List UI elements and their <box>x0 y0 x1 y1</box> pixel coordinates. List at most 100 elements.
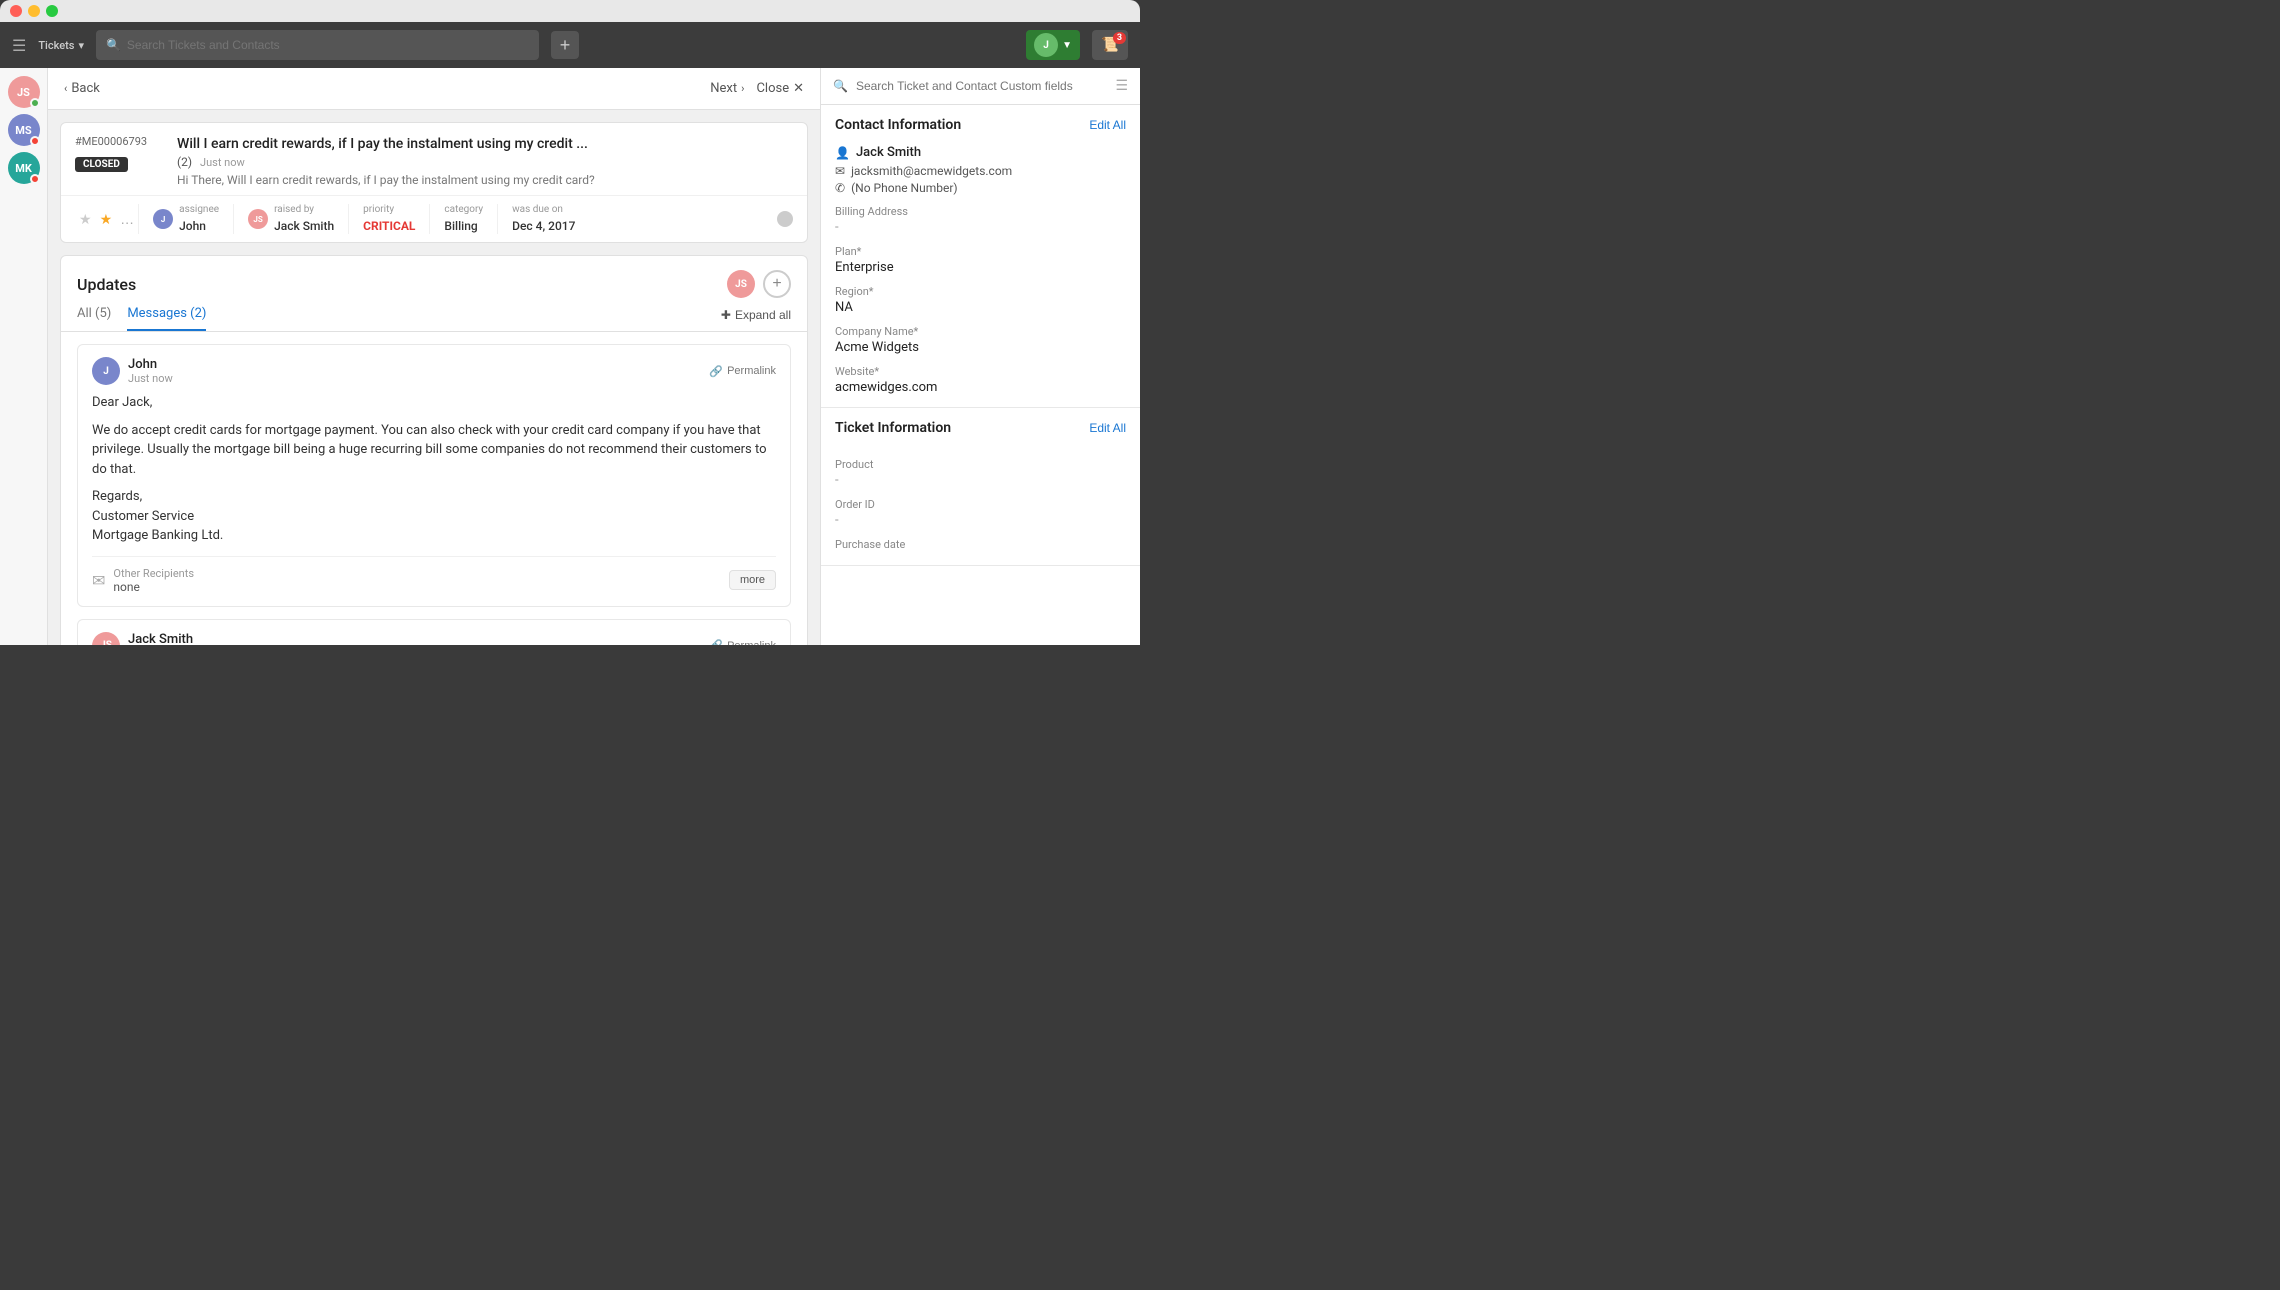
nav-chevron-icon: ▾ <box>78 39 84 52</box>
action-avatar: JS <box>727 270 755 298</box>
sidebar-avatar-mk[interactable]: MK <box>8 152 40 184</box>
close-button[interactable]: Close ✕ <box>756 81 804 96</box>
menu-icon[interactable]: ☰ <box>12 36 26 55</box>
recipients-icon-1: ✉ <box>92 571 105 590</box>
sidebar-badge-mk <box>30 174 40 184</box>
agent-avatar-button[interactable]: J ▼ <box>1026 30 1080 60</box>
add-button[interactable]: + <box>551 31 579 59</box>
list-view-icon[interactable]: ☰ <box>1115 78 1128 94</box>
priority-meta: priority CRITICAL <box>348 204 429 234</box>
link-icon-1: 🔗 <box>709 365 723 378</box>
minimize-dot[interactable] <box>28 5 40 17</box>
right-search-icon: 🔍 <box>833 79 848 93</box>
message-author-2: Jack Smith <box>128 632 198 645</box>
contact-info-title: Contact Information <box>835 117 961 133</box>
order-id-value: - <box>835 513 1126 528</box>
right-search-input[interactable] <box>856 79 1107 93</box>
contact-phone: (No Phone Number) <box>851 181 958 195</box>
plan-block: Plan* Enterprise <box>835 245 1126 275</box>
company-value: Acme Widgets <box>835 340 1126 355</box>
sidebar-avatar-js[interactable]: JS <box>8 76 40 108</box>
region-label: Region* <box>835 285 1126 298</box>
back-button[interactable]: ‹ Back <box>64 81 100 96</box>
tab-messages[interactable]: Messages (2) <box>127 306 206 331</box>
tab-all[interactable]: All (5) <box>77 306 111 331</box>
status-dot[interactable] <box>777 211 793 227</box>
ticket-info-section: Ticket Information Edit All Product - Or… <box>821 408 1140 566</box>
star-button[interactable]: ★ <box>75 207 96 232</box>
permalink-label-1: Permalink <box>727 365 776 377</box>
assignee-value: John <box>179 219 206 233</box>
order-id-label: Order ID <box>835 498 1126 511</box>
message-author-info-2: JS Jack Smith 3 minutes ago <box>92 632 198 645</box>
billing-address-label: Billing Address <box>835 205 1126 218</box>
next-button[interactable]: Next › <box>710 81 744 96</box>
ticket-info-header: Ticket Information Edit All <box>821 408 1140 444</box>
contact-info-section: Contact Information Edit All 👤 Jack Smit… <box>821 105 1140 408</box>
priority-value: CRITICAL <box>363 219 415 233</box>
category-value: Billing <box>444 219 477 233</box>
message-body-1: Dear Jack, We do accept credit cards for… <box>92 393 776 546</box>
category-info: category Billing <box>444 204 483 234</box>
favorite-button[interactable]: ★ <box>96 207 117 232</box>
menu-button[interactable]: … <box>116 207 138 231</box>
contact-info-body: 👤 Jack Smith ✉ jacksmith@acmewidgets.com… <box>821 141 1140 407</box>
contact-edit-all-button[interactable]: Edit All <box>1089 118 1126 132</box>
message-author-block-2: Jack Smith 3 minutes ago <box>128 632 198 645</box>
message-avatar-2: JS <box>92 632 120 645</box>
billing-address-value: - <box>835 220 1126 235</box>
maximize-dot[interactable] <box>46 5 58 17</box>
agent-chevron-icon: ▼ <box>1062 40 1072 51</box>
contact-email: jacksmith@acmewidgets.com <box>851 164 1012 178</box>
notifications-button[interactable]: 📜 3 <box>1092 30 1128 60</box>
permalink-button-1[interactable]: 🔗 Permalink <box>709 365 776 378</box>
assignee-avatar: J <box>153 209 173 229</box>
assignee-meta: J assignee John <box>138 204 233 234</box>
message-author-info-1: J John Just now <box>92 357 173 385</box>
back-chevron-icon: ‹ <box>64 82 67 95</box>
updates-title: Updates <box>77 275 136 294</box>
sub-header: ‹ Back Next › Close ✕ <box>48 68 820 110</box>
close-dot[interactable] <box>10 5 22 17</box>
website-label: Website* <box>835 365 1126 378</box>
content-area: ‹ Back Next › Close ✕ <box>48 68 820 645</box>
link-icon-2: 🔗 <box>709 639 723 645</box>
billing-address-block: Billing Address - <box>835 205 1126 235</box>
ticket-meta-row: ★ ★ … J assignee John JS raised by <box>61 196 807 242</box>
notifications-badge: 3 <box>1113 32 1126 44</box>
message-avatar-1: J <box>92 357 120 385</box>
order-id-block: Order ID - <box>835 498 1126 528</box>
permalink-button-2[interactable]: 🔗 Permalink <box>709 639 776 645</box>
plan-label: Plan* <box>835 245 1126 258</box>
updates-actions: JS + <box>727 270 791 298</box>
search-input[interactable] <box>127 38 529 52</box>
message-card-1: J John Just now 🔗 Permalink <box>77 344 791 607</box>
contact-email-row: ✉ jacksmith@acmewidgets.com <box>835 164 1126 178</box>
add-participant-button[interactable]: + <box>763 270 791 298</box>
ticket-preview: Hi There, Will I earn credit rewards, if… <box>177 173 793 187</box>
message-header-1: J John Just now 🔗 Permalink <box>92 357 776 385</box>
recipients-value-1: none <box>113 580 194 594</box>
nav-title[interactable]: Tickets ▾ <box>38 39 84 52</box>
reply-count: (2) <box>177 155 192 169</box>
ticket-header: #ME00006793 CLOSED Will I earn credit re… <box>61 123 807 196</box>
message-footer-1: ✉ Other Recipients none more <box>92 556 776 594</box>
email-icon: ✉ <box>835 164 845 178</box>
contact-name: Jack Smith <box>856 145 921 160</box>
due-value: Dec 4, 2017 <box>512 219 575 233</box>
search-bar: 🔍 <box>96 30 539 60</box>
expand-all-button[interactable]: ✚ Expand all <box>721 308 791 330</box>
message-author-block-1: John Just now <box>128 357 173 385</box>
ticket-panel: #ME00006793 CLOSED Will I earn credit re… <box>48 110 820 645</box>
contact-info-header: Contact Information Edit All <box>821 105 1140 141</box>
tabs-row: All (5) Messages (2) ✚ Expand all <box>61 298 807 332</box>
ticket-edit-all-button[interactable]: Edit All <box>1089 421 1126 435</box>
ticket-id: #ME00006793 <box>75 135 165 148</box>
raised-info: raised by Jack Smith <box>274 204 334 234</box>
sidebar-avatar-ms[interactable]: MS <box>8 114 40 146</box>
raised-meta: JS raised by Jack Smith <box>233 204 348 234</box>
purchase-date-block: Purchase date <box>835 538 1126 551</box>
ticket-id-row: #ME00006793 CLOSED Will I earn credit re… <box>75 135 793 187</box>
agent-avatar: J <box>1034 33 1058 57</box>
more-button-1[interactable]: more <box>729 570 776 590</box>
